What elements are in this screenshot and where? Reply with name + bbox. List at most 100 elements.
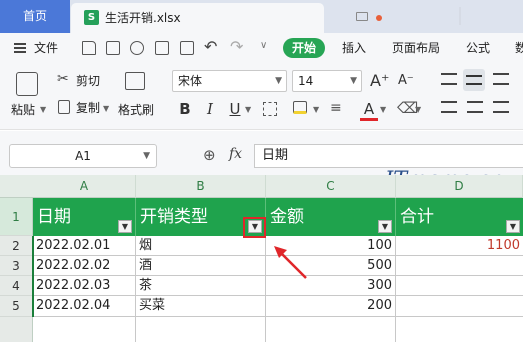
format-painter-icon[interactable] (125, 72, 145, 90)
selection-border (32, 236, 34, 317)
tab-home[interactable]: 首页 (0, 0, 70, 33)
cell-b6[interactable] (136, 317, 266, 342)
align-center-icon[interactable] (467, 101, 483, 113)
row-header-5[interactable]: 5 (0, 296, 33, 317)
cell-b2[interactable]: 烟 (136, 236, 266, 256)
print-preview-icon[interactable] (180, 41, 194, 55)
filter-dropdown-icon[interactable]: ▼ (118, 220, 132, 233)
border-icon[interactable] (263, 102, 277, 116)
export-pdf-icon[interactable] (130, 41, 144, 55)
underline-button[interactable]: U (226, 100, 244, 118)
font-color-dropdown-icon[interactable]: ▼ (380, 105, 386, 114)
align-right-icon[interactable] (493, 101, 509, 113)
copy-dropdown-icon[interactable]: ▼ (103, 104, 109, 113)
cell-d5[interactable] (396, 296, 523, 317)
redo-icon[interactable]: ↷ (230, 37, 243, 56)
customize-toolbar-chevron-icon[interactable]: ∨ (260, 40, 267, 51)
row-header-1[interactable]: 1 (0, 198, 33, 236)
menu-insert[interactable]: 插入 (342, 33, 366, 63)
row-header-4[interactable]: 4 (0, 276, 33, 296)
eraser-dropdown-icon[interactable]: ▼ (415, 105, 421, 114)
cell-b5[interactable]: 买菜 (136, 296, 266, 317)
cell-c6[interactable] (266, 317, 396, 342)
row-header-2[interactable]: 2 (0, 236, 33, 256)
copy-button[interactable]: 复制 (76, 100, 100, 116)
align-top-icon[interactable] (441, 73, 457, 85)
name-box-value: A1 (75, 149, 91, 163)
chevron-down-icon: ▼ (350, 76, 357, 86)
filter-dropdown-icon[interactable]: ▼ (506, 220, 520, 233)
column-header-b[interactable]: B (136, 175, 266, 198)
cell-b3[interactable]: 酒 (136, 256, 266, 276)
paste-icon[interactable] (16, 72, 38, 96)
formula-bar: A1 ▼ ⊕ fx 日期 ITmemo.cn (0, 131, 523, 191)
cut-button[interactable]: 剪切 (76, 73, 100, 89)
tab-start-button[interactable]: 开始 (283, 38, 325, 58)
column-header-c[interactable]: C (266, 175, 396, 198)
fill-color-icon[interactable] (293, 101, 307, 114)
filter-dropdown-icon[interactable]: ▼ (378, 220, 392, 233)
fx-icon[interactable]: fx (229, 146, 242, 162)
menu-formula[interactable]: 公式 (466, 33, 490, 63)
cell-a4[interactable]: 2022.02.03 (33, 276, 136, 296)
column-header-d[interactable]: D (396, 175, 523, 198)
font-size-value: 14 (298, 74, 314, 88)
header-cell-date[interactable]: 日期 ▼ (33, 198, 136, 236)
column-header-a[interactable]: A (33, 175, 136, 198)
row-header-6[interactable] (0, 317, 33, 342)
font-color-button[interactable]: A (360, 100, 378, 121)
chevron-down-icon: ▼ (143, 151, 150, 161)
align-bottom-icon[interactable] (493, 73, 509, 85)
hamburger-icon[interactable] (14, 43, 26, 53)
table-header-row: 日期 ▼ 开销类型 ▼ 金额 ▼ 合计 ▼ (33, 198, 523, 236)
menu-data[interactable]: 数 (515, 33, 523, 63)
formula-input[interactable]: 日期 (254, 144, 523, 168)
row-header-3[interactable]: 3 (0, 256, 33, 276)
header-label: 开销类型 (140, 207, 208, 227)
fill-dropdown-icon[interactable]: ▼ (313, 105, 319, 114)
menu-page-layout[interactable]: 页面布局 (392, 33, 440, 63)
font-name-select[interactable]: 宋体 ▼ (172, 70, 287, 92)
ribbon: 粘贴 ▼ ✂ 剪切 复制 ▼ 格式刷 宋体 ▼ 14 ▼ A⁺ A⁻ B I U… (0, 63, 523, 130)
unsaved-dot-icon (376, 15, 382, 21)
strikethrough-icon[interactable]: ≡ (330, 100, 342, 116)
align-left-icon[interactable] (441, 101, 457, 113)
italic-button[interactable]: I (201, 100, 219, 118)
cell-a6[interactable] (33, 317, 136, 342)
paste-button[interactable]: 粘贴 (11, 102, 35, 118)
annotation-arrow-icon (274, 246, 307, 279)
header-cell-total[interactable]: 合计 ▼ (396, 198, 523, 236)
spreadsheet-icon: S (84, 10, 99, 25)
cell-b4[interactable]: 茶 (136, 276, 266, 296)
header-label: 金额 (270, 207, 304, 227)
print-icon[interactable] (155, 41, 169, 55)
cell-d3[interactable] (396, 256, 523, 276)
cell-c5[interactable]: 200 (266, 296, 396, 317)
font-size-select[interactable]: 14 ▼ (292, 70, 362, 92)
cell-a3[interactable]: 2022.02.02 (33, 256, 136, 276)
copy-icon[interactable] (58, 100, 70, 114)
cell-d2[interactable]: 1100 (396, 236, 523, 256)
font-name-value: 宋体 (178, 74, 203, 88)
scissors-icon[interactable]: ✂ (57, 71, 69, 87)
grow-font-icon[interactable]: A⁺ (370, 71, 389, 90)
bold-button[interactable]: B (176, 100, 194, 118)
menu-file[interactable]: 文件 (34, 33, 58, 63)
paste-dropdown-icon[interactable]: ▼ (40, 105, 46, 114)
cell-a2[interactable]: 2022.02.01 (33, 236, 136, 256)
undo-icon[interactable]: ↶ (204, 37, 217, 56)
zoom-icon[interactable]: ⊕ (203, 146, 216, 164)
cell-d4[interactable] (396, 276, 523, 296)
cell-a5[interactable]: 2022.02.04 (33, 296, 136, 317)
tab-file[interactable]: S 生活开销.xlsx (71, 3, 382, 33)
column-header-row: A B C D (0, 175, 523, 198)
header-cell-amount[interactable]: 金额 ▼ (266, 198, 396, 236)
save-icon[interactable] (106, 41, 120, 55)
name-box[interactable]: A1 ▼ (9, 144, 157, 168)
open-folder-icon[interactable] (82, 41, 96, 55)
header-label: 合计 (400, 207, 434, 227)
format-painter-button[interactable]: 格式刷 (118, 102, 154, 118)
shrink-font-icon[interactable]: A⁻ (398, 73, 414, 88)
screen-icon[interactable] (356, 12, 368, 21)
underline-dropdown-icon[interactable]: ▼ (245, 105, 251, 114)
